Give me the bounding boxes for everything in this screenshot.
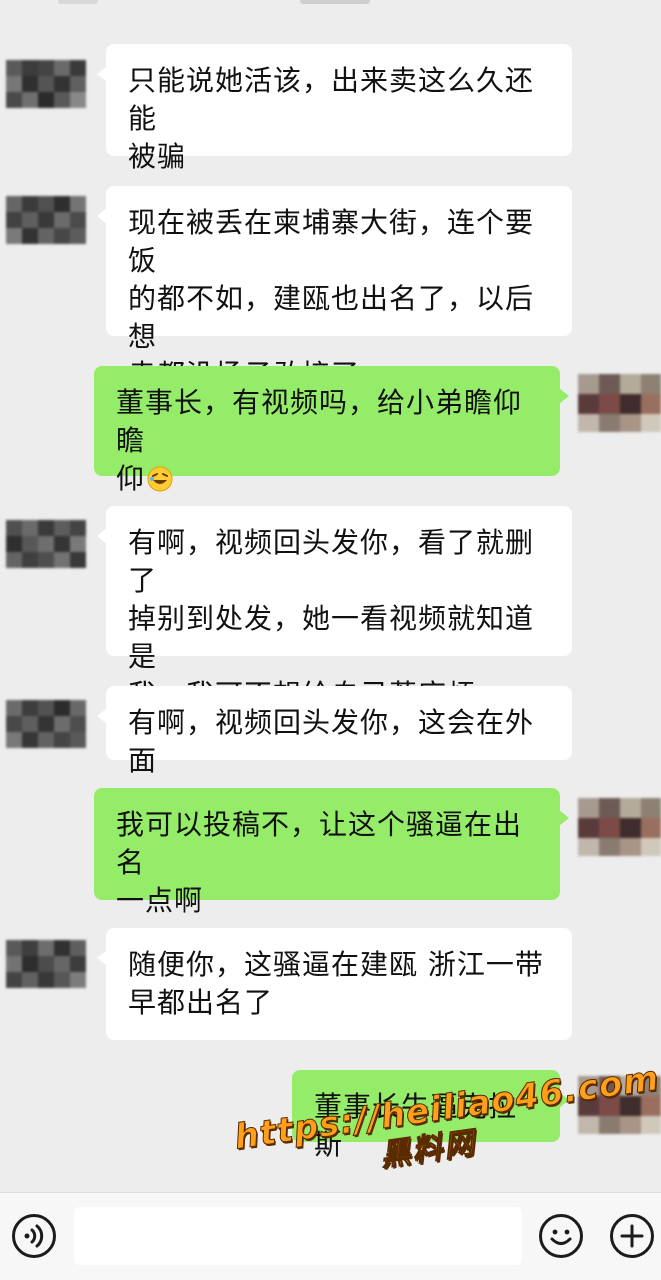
emoji-icon bbox=[550, 1229, 572, 1245]
message-text: 有啊，视频回头发你，看了就删了 掉别到处发，她一看视频就知道是 我，我可不想给自… bbox=[128, 526, 535, 711]
incoming-message-bubble[interactable]: 随便你，这骚逼在建瓯 浙江一带 早都出名了 bbox=[97, 928, 572, 1040]
my-avatar[interactable] bbox=[578, 798, 661, 856]
sender-avatar[interactable] bbox=[6, 520, 86, 568]
message-text: 董事长，有视频吗，给小弟瞻仰瞻 仰 bbox=[116, 386, 523, 495]
sender-avatar[interactable] bbox=[6, 196, 86, 244]
message-input[interactable] bbox=[74, 1207, 522, 1265]
input-bar bbox=[0, 1192, 661, 1280]
previous-message-fragment bbox=[300, 0, 370, 4]
message-text: 我可以投稿不，让这个骚逼在出名 一点啊 bbox=[116, 808, 523, 917]
incoming-message-bubble[interactable]: 有啊，视频回头发你，看了就删了 掉别到处发，她一看视频就知道是 我，我可不想给自… bbox=[97, 506, 572, 711]
sender-avatar[interactable] bbox=[6, 700, 86, 748]
message-text: 只能说她活该，出来卖这么久还能 被骗 bbox=[128, 64, 535, 173]
more-actions-button[interactable] bbox=[610, 1214, 654, 1258]
sender-avatar[interactable] bbox=[6, 940, 86, 988]
previous-message-fragment bbox=[58, 0, 98, 4]
message-text: 现在被丢在柬埔寨大街，连个要饭 的都不如，建瓯也出名了，以后想 卖都没场子敢接了 bbox=[128, 206, 535, 391]
sender-avatar[interactable] bbox=[6, 60, 86, 108]
message-text: 随便你，这骚逼在建瓯 浙江一带 早都出名了 bbox=[128, 948, 544, 1019]
my-avatar[interactable] bbox=[578, 374, 661, 432]
incoming-message-bubble[interactable]: 有啊，视频回头发你，这会在外面 bbox=[97, 686, 572, 777]
chat-message-list[interactable]: 只能说她活该，出来卖这么久还能 被骗 现在被丢在柬埔寨大街，连个要饭 的都不如，… bbox=[0, 0, 661, 1192]
emoji-button[interactable] bbox=[539, 1214, 583, 1258]
outgoing-message-bubble[interactable]: 董事长，有视频吗，给小弟瞻仰瞻 仰 bbox=[94, 366, 569, 495]
message-text: 有啊，视频回头发你，这会在外面 bbox=[128, 706, 535, 777]
voice-icon bbox=[24, 1224, 44, 1248]
voice-input-button[interactable] bbox=[12, 1214, 56, 1258]
plus-icon bbox=[620, 1224, 644, 1248]
incoming-message-bubble[interactable]: 只能说她活该，出来卖这么久还能 被骗 bbox=[97, 44, 572, 173]
rofl-emoji-icon bbox=[147, 466, 173, 492]
outgoing-message-bubble[interactable]: 我可以投稿不，让这个骚逼在出名 一点啊 bbox=[94, 788, 569, 917]
incoming-message-bubble[interactable]: 现在被丢在柬埔寨大街，连个要饭 的都不如，建瓯也出名了，以后想 卖都没场子敢接了 bbox=[97, 186, 572, 391]
